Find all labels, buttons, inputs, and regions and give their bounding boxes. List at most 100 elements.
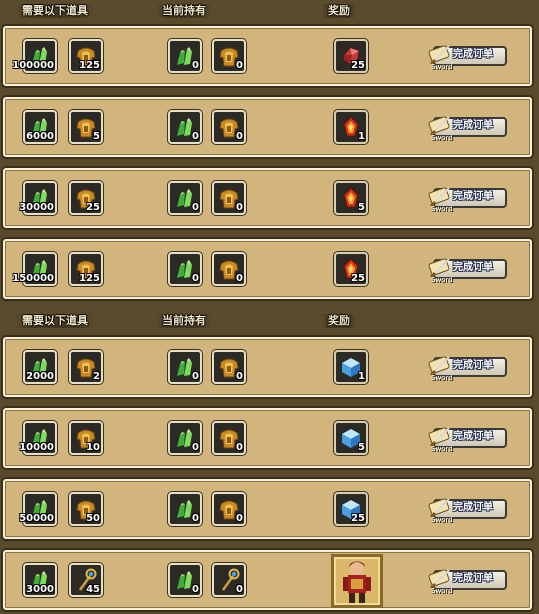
item-slot[interactable]: 0 [212,252,246,286]
item-quantity: 150000 [12,273,54,284]
reward-slot[interactable]: 1 [334,350,368,384]
item-slot[interactable]: 2000 [23,350,57,384]
complete-order-button[interactable]: 完成订单 Sword [427,353,509,383]
order-row: 10000 10 0 0 5 完成订单 Sword [3,408,532,468]
header-owned-label: 当前持有 [156,314,212,328]
item-quantity: 0 [236,131,243,142]
item-quantity: 0 [192,60,199,71]
item-quantity: 0 [236,513,243,524]
order-row: 3000 45 0 0 完成订单 Sword [3,550,532,610]
complete-order-button[interactable]: 完成订单 Sword [427,113,509,143]
item-quantity: 125 [79,273,100,284]
order-row: 50000 50 0 0 25 完成订单 Sword [3,479,532,539]
item-slot[interactable]: 30000 [19,181,57,215]
item-slot[interactable]: 0 [212,492,246,526]
item-slot[interactable]: 0 [168,252,202,286]
item-slot[interactable]: 0 [168,39,202,73]
reward-slot[interactable]: 25 [334,252,368,286]
item-slot[interactable]: 0 [212,39,246,73]
item-quantity: 0 [236,442,243,453]
item-quantity: 0 [192,202,199,213]
item-slot[interactable]: 10000 [19,421,57,455]
item-quantity: 0 [192,513,199,524]
item-slot[interactable]: 0 [168,492,202,526]
order-row: 30000 25 0 0 5 完成订单 Sword [3,168,532,228]
item-quantity: 30000 [19,202,54,213]
item-quantity: 125 [79,60,100,71]
order-row: 150000 125 0 0 25 完成订单 Sword [3,239,532,299]
item-quantity: 50 [86,513,100,524]
item-slot[interactable]: 150000 [12,252,57,286]
complete-order-label: 完成订单 [453,191,493,202]
order-row: 6000 5 0 0 1 完成订单 Sword [3,97,532,157]
item-quantity: 5 [93,131,100,142]
item-quantity: 0 [192,442,199,453]
item-quantity: 10 [86,442,100,453]
complete-order-button[interactable]: 完成订单 Sword [427,424,509,454]
item-slot[interactable]: 50 [69,492,103,526]
item-quantity: 0 [236,202,243,213]
item-quantity: 0 [192,131,199,142]
order-row: 100000 125 0 0 25 完成订单 Sword [3,26,532,86]
item-quantity: 3000 [26,584,54,595]
button-tag: Sword [431,276,453,284]
button-tag: Sword [431,587,453,595]
header-required-label: 需要以下道具 [16,4,94,18]
item-quantity: 1 [358,131,365,142]
item-slot[interactable]: 125 [69,39,103,73]
section-header: 需要以下道具 当前持有 奖励 [0,0,539,22]
item-slot[interactable]: 0 [168,110,202,144]
complete-order-label: 完成订单 [453,573,493,584]
reward-slot[interactable]: 25 [334,39,368,73]
item-quantity: 100000 [12,60,54,71]
item-slot[interactable]: 5 [69,110,103,144]
item-slot[interactable]: 6000 [23,110,57,144]
item-slot[interactable]: 45 [69,563,103,597]
item-slot[interactable]: 2 [69,350,103,384]
complete-order-button[interactable]: 完成订单 Sword [427,566,509,596]
item-quantity: 0 [236,273,243,284]
item-slot[interactable]: 125 [69,252,103,286]
item-slot[interactable]: 0 [212,110,246,144]
item-slot[interactable]: 3000 [23,563,57,597]
item-slot[interactable]: 0 [212,421,246,455]
item-slot[interactable]: 10 [69,421,103,455]
item-slot[interactable]: 0 [212,350,246,384]
item-slot[interactable]: 50000 [19,492,57,526]
complete-order-button[interactable]: 完成订单 Sword [427,495,509,525]
item-slot[interactable]: 0 [168,563,202,597]
item-quantity: 0 [236,584,243,595]
item-slot[interactable]: 0 [212,181,246,215]
complete-order-button[interactable]: 完成订单 Sword [427,184,509,214]
item-quantity: 6000 [26,131,54,142]
item-quantity: 50000 [19,513,54,524]
complete-order-button[interactable]: 完成订单 Sword [427,255,509,285]
reward-slot[interactable]: 5 [334,421,368,455]
item-quantity: 2 [93,371,100,382]
header-required-label: 需要以下道具 [16,314,94,328]
item-slot[interactable]: 25 [69,181,103,215]
item-quantity: 2000 [26,371,54,382]
complete-order-label: 完成订单 [453,49,493,60]
header-reward-label: 奖励 [322,4,356,18]
header-owned-label: 当前持有 [156,4,212,18]
button-tag: Sword [431,445,453,453]
button-tag: Sword [431,516,453,524]
reward-slot[interactable]: 1 [334,110,368,144]
item-quantity: 0 [192,371,199,382]
item-slot[interactable]: 0 [168,181,202,215]
item-quantity: 25 [351,513,365,524]
item-quantity: 5 [358,202,365,213]
reward-slot[interactable]: 5 [334,181,368,215]
hero-portrait-icon[interactable] [331,554,383,608]
item-slot[interactable]: 0 [168,350,202,384]
item-slot[interactable]: 0 [168,421,202,455]
item-slot[interactable]: 100000 [12,39,57,73]
reward-slot[interactable]: 25 [334,492,368,526]
item-quantity: 0 [236,60,243,71]
complete-order-label: 完成订单 [453,262,493,273]
item-quantity: 25 [351,273,365,284]
complete-order-button[interactable]: 完成订单 Sword [427,42,509,72]
item-slot[interactable]: 0 [212,563,246,597]
header-reward-label: 奖励 [322,314,356,328]
